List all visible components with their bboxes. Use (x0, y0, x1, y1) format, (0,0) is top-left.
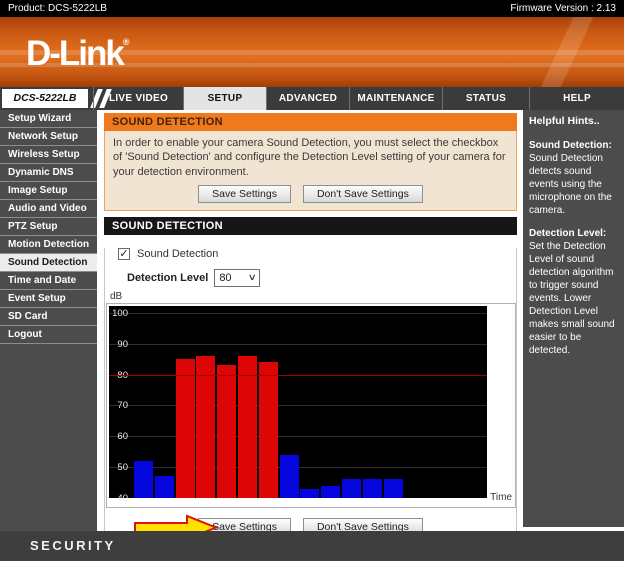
sidebar-item-wireless-setup[interactable]: Wireless Setup (0, 146, 97, 164)
checkmark-icon: ✓ (119, 248, 128, 260)
chart-bar (217, 365, 236, 498)
chart-bar (363, 479, 382, 498)
hint-lead: Detection Level: (529, 228, 606, 239)
nav-tabs: LIVE VIDEOSETUPADVANCEDMAINTENANCESTATUS… (93, 87, 624, 110)
grid-line (109, 405, 487, 406)
threshold-line (109, 375, 487, 376)
settings-body: ✓ Sound Detection Detection Level 80 ∨ d… (104, 248, 517, 557)
chart-bar (134, 461, 153, 498)
section-info-body: In order to enable your camera Sound Det… (104, 131, 517, 211)
sound-level-chart: 405060708090100 Time (106, 303, 516, 508)
sound-detection-settings-section: SOUND DETECTION ✓ Sound Detection Detect… (104, 217, 517, 557)
sidebar-item-network-setup[interactable]: Network Setup (0, 128, 97, 146)
sidebar-item-setup-wizard[interactable]: Setup Wizard (0, 110, 97, 128)
sidebar-menu: Setup WizardNetwork SetupWireless SetupD… (0, 110, 97, 531)
chart-bar (300, 489, 319, 498)
sidebar-item-audio-and-video[interactable]: Audio and Video (0, 200, 97, 218)
save-settings-button[interactable]: Save Settings (198, 185, 291, 203)
chart-bar (384, 479, 403, 498)
tab-setup[interactable]: SETUP (183, 87, 266, 110)
x-axis-label: Time (490, 492, 512, 503)
y-tick-label: 90 (111, 339, 128, 350)
y-tick-label: 100 (111, 308, 128, 319)
detection-level-label: Detection Level (127, 272, 208, 284)
y-tick-label: 60 (111, 431, 128, 442)
dlink-logo: D-Link® (26, 34, 130, 74)
sidebar-item-dynamic-dns[interactable]: Dynamic DNS (0, 164, 97, 182)
device-model-badge: DCS-5222LB (2, 89, 88, 108)
detection-level-select[interactable]: 80 ∨ (214, 269, 260, 287)
grid-line (109, 313, 487, 314)
tab-live-video[interactable]: LIVE VIDEO (93, 87, 183, 110)
chart-bar (238, 356, 257, 498)
sound-detection-checkbox-row: ✓ Sound Detection (118, 248, 516, 260)
section-title-bar: SOUND DETECTION (104, 217, 517, 235)
hint-paragraph: Detection Level: Set the Detection Level… (529, 227, 618, 357)
sidebar-item-sound-detection[interactable]: Sound Detection (0, 254, 97, 272)
tab-advanced[interactable]: ADVANCED (266, 87, 349, 110)
y-axis-unit-label: dB (110, 291, 516, 303)
grid-line (109, 344, 487, 345)
tab-help[interactable]: HELP (529, 87, 624, 110)
logo-text: D-Link (26, 34, 123, 73)
helpful-hints-panel: Helpful Hints.. Sound Detection: Sound D… (523, 110, 624, 527)
tab-status[interactable]: STATUS (442, 87, 529, 110)
security-label: SECURITY (30, 538, 116, 553)
section-description: In order to enable your camera Sound Det… (113, 136, 508, 179)
y-tick-label: 70 (111, 400, 128, 411)
sidebar-item-ptz-setup[interactable]: PTZ Setup (0, 218, 97, 236)
section-title-bar: SOUND DETECTION (104, 113, 517, 131)
chart-bar (259, 362, 278, 498)
detection-level-row: Detection Level 80 ∨ (127, 269, 516, 287)
y-tick-label: 50 (111, 462, 128, 473)
sidebar-item-image-setup[interactable]: Image Setup (0, 182, 97, 200)
main-content: SOUND DETECTION In order to enable your … (100, 110, 521, 531)
chart-bar (155, 476, 174, 498)
chevron-down-icon: ∨ (247, 272, 256, 283)
registered-mark: ® (123, 37, 130, 47)
product-label: Product: DCS-5222LB (8, 3, 107, 14)
app-window: Product: DCS-5222LB Firmware Version : 2… (0, 0, 624, 561)
tab-maintenance[interactable]: MAINTENANCE (349, 87, 442, 110)
chart-plot: 405060708090100 (109, 306, 487, 498)
chart-bar (280, 455, 299, 498)
sidebar-item-time-and-date[interactable]: Time and Date (0, 272, 97, 290)
firmware-label: Firmware Version : 2.13 (510, 3, 616, 14)
hint-lead: Sound Detection: (529, 140, 612, 151)
brand-banner: D-Link® (0, 17, 624, 87)
main-nav-bar: DCS-5222LB LIVE VIDEOSETUPADVANCEDMAINTE… (0, 87, 624, 110)
sidebar-item-event-setup[interactable]: Event Setup (0, 290, 97, 308)
checkbox-label: Sound Detection (137, 248, 218, 260)
chart-bar (176, 359, 195, 498)
chart-bar (321, 486, 340, 498)
banner-wedge (504, 17, 624, 87)
sound-detection-checkbox[interactable]: ✓ (118, 248, 130, 260)
chart-bar (196, 356, 215, 498)
sound-detection-info-section: SOUND DETECTION In order to enable your … (104, 113, 517, 211)
footer-bar: SECURITY (0, 531, 624, 561)
chart-bar (342, 479, 361, 498)
hints-title: Helpful Hints.. (529, 115, 618, 129)
sidebar-item-sd-card[interactable]: SD Card (0, 308, 97, 326)
sidebar-item-logout[interactable]: Logout (0, 326, 97, 344)
hint-paragraph: Sound Detection: Sound Detection detects… (529, 139, 618, 217)
detection-level-value: 80 (219, 272, 231, 284)
y-tick-label: 40 (111, 493, 128, 504)
grid-line (109, 436, 487, 437)
dont-save-settings-button[interactable]: Don't Save Settings (303, 185, 423, 203)
sidebar-item-motion-detection[interactable]: Motion Detection (0, 236, 97, 254)
top-button-row: Save Settings Don't Save Settings (113, 185, 508, 203)
top-status-bar: Product: DCS-5222LB Firmware Version : 2… (0, 0, 624, 17)
